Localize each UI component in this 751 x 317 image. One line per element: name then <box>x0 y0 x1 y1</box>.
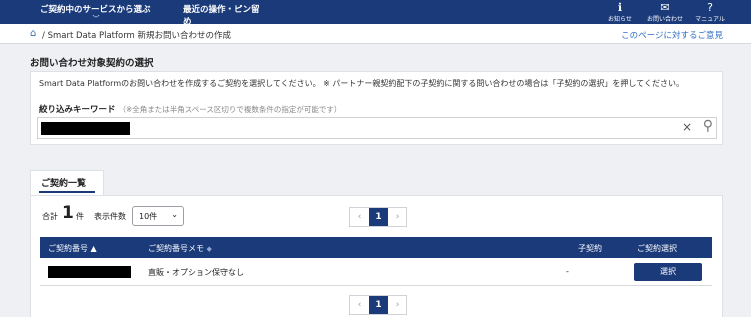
next-page-button[interactable]: › <box>388 296 407 314</box>
tab-contract-list-label: ご契約一覧 <box>41 179 87 189</box>
search-icon[interactable]: ⚲ <box>703 118 713 134</box>
help-icon: ? <box>707 1 713 14</box>
top-navigation-bar: ご契約中のサービスから選ぶ ﹀ 最近の操作・ピン留め ﹀ ℹ お知らせ ✉ お問… <box>0 0 751 35</box>
home-icon[interactable]: ⌂ <box>30 28 36 39</box>
select-contract-button[interactable]: 選択 <box>634 263 702 281</box>
chevron-down-icon: ﹀ <box>92 15 100 23</box>
total-unit: 件 <box>76 212 84 221</box>
filter-hint: （※全角または半角スペース区切りで複数条件の指定が可能です） <box>118 105 342 114</box>
feedback-link[interactable]: このページに対するご意見 <box>621 29 723 41</box>
page-size-select[interactable]: 10件 ⌄ <box>132 206 184 226</box>
total-count: 1 <box>62 203 74 223</box>
redacted-contract-number <box>48 266 131 278</box>
page-size-label: 表示件数 <box>94 212 126 221</box>
next-page-button[interactable]: › <box>388 208 407 226</box>
filter-panel: Smart Data Platformのお問い合わせを作成するご契約を選択してく… <box>30 71 723 145</box>
total-label: 合計 <box>42 212 58 221</box>
prev-page-button[interactable]: ‹ <box>350 296 369 314</box>
column-contract-number-label: ご契約番号 <box>48 244 88 253</box>
contact-button[interactable]: ✉ お問い合わせ <box>643 1 687 24</box>
description-text: Smart Data Platformのお問い合わせを作成するご契約を選択してく… <box>39 79 684 88</box>
pagination-top: ‹ 1 › <box>349 207 407 227</box>
nav-services-menu[interactable]: ご契約中のサービスから選ぶ ﹀ <box>40 3 152 24</box>
tab-contract-list[interactable]: ご契約一覧 <box>30 170 104 196</box>
filter-label-text: 絞り込みキーワード <box>39 105 116 115</box>
column-contract-number[interactable]: ご契約番号 ▲ <box>48 243 97 254</box>
notifications-button[interactable]: ℹ お知らせ <box>598 1 642 24</box>
mail-icon: ✉ <box>660 1 670 14</box>
table-row: 直販・オプション保守なし - 選択 <box>40 258 712 286</box>
column-contract-select: ご契約選択 <box>637 244 677 253</box>
page-1-button[interactable]: 1 <box>369 296 388 314</box>
column-contract-memo-label: ご契約番号メモ <box>148 244 204 253</box>
clear-icon[interactable]: × <box>682 120 692 134</box>
page-title: お問い合わせ対象契約の選択 <box>30 58 154 69</box>
notifications-label: お知らせ <box>608 16 632 23</box>
keyword-search-input[interactable]: × ⚲ <box>37 117 717 139</box>
table-header: ご契約番号 ▲ ご契約番号メモ ◆ 子契約 ご契約選択 <box>40 237 712 258</box>
prev-page-button[interactable]: ‹ <box>350 208 369 226</box>
manual-label: マニュアル <box>695 16 725 23</box>
sort-asc-icon: ▲ <box>90 244 97 253</box>
breadcrumb: ⌂ / Smart Data Platform 新規お問い合わせの作成 このペー… <box>0 24 751 44</box>
redacted-search-value <box>41 122 130 135</box>
column-contract-memo[interactable]: ご契約番号メモ ◆ <box>148 243 212 254</box>
contract-list-card: 合計 1 件 表示件数 10件 ⌄ ‹ 1 › ご契約番号 ▲ ご契約番号メモ … <box>30 195 723 317</box>
chevron-down-icon: ⌄ <box>171 210 178 219</box>
child-contract-cell: - <box>566 267 569 276</box>
sort-icon: ◆ <box>206 245 212 253</box>
contract-memo-cell: 直販・オプション保守なし <box>148 268 244 277</box>
breadcrumb-text: / Smart Data Platform 新規お問い合わせの作成 <box>42 31 232 41</box>
page-size-value: 10件 <box>139 212 158 221</box>
tab-active-indicator <box>39 191 95 193</box>
filter-label: 絞り込みキーワード （※全角または半角スペース区切りで複数条件の指定が可能です） <box>39 103 341 115</box>
page-1-button[interactable]: 1 <box>369 208 388 226</box>
contact-label: お問い合わせ <box>646 16 683 23</box>
column-child-contract: 子契約 <box>578 244 602 253</box>
info-icon: ℹ <box>617 1 623 14</box>
pagination-bottom: ‹ 1 › <box>349 295 407 315</box>
manual-button[interactable]: ? マニュアル <box>688 1 732 24</box>
